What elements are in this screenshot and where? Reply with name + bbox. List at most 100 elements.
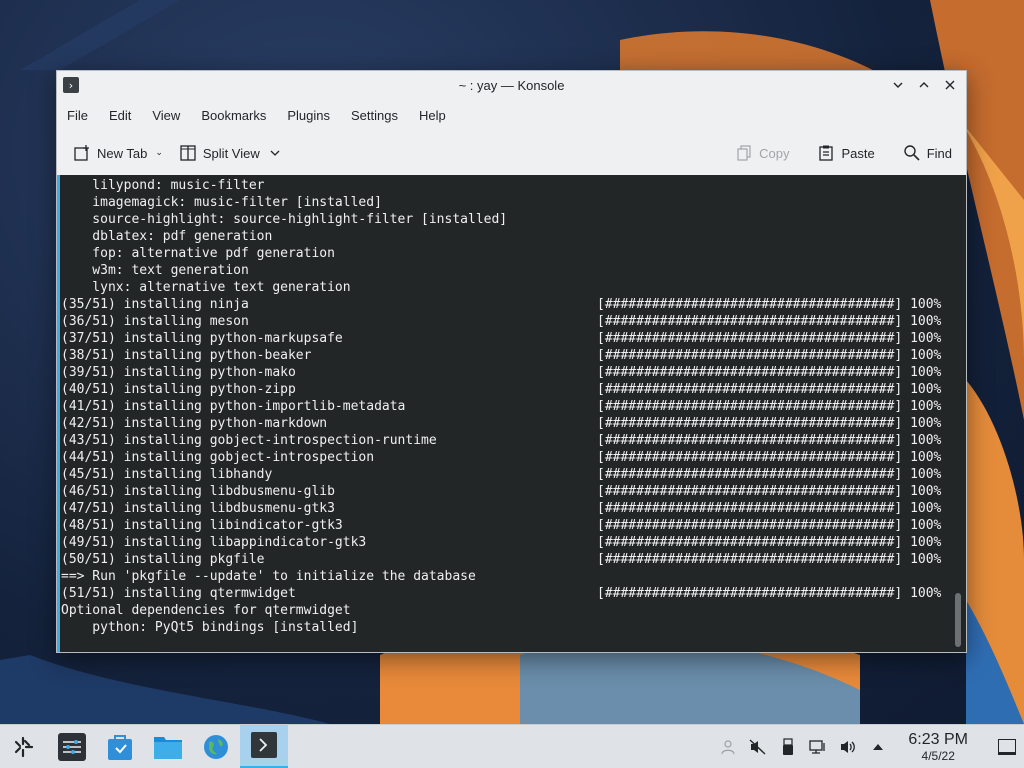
menu-bookmarks[interactable]: Bookmarks	[195, 104, 272, 127]
toolbar: New Tab ⌄ Split View Copy Paste Find	[57, 135, 966, 171]
progress-bar-text: [#####################################] …	[597, 518, 942, 533]
terminal-line-text: lilypond: music-filter	[61, 178, 265, 193]
terminal-line-text: (44/51) installing gobject-introspection	[61, 450, 375, 465]
menu-view[interactable]: View	[146, 104, 186, 127]
user-icon[interactable]	[718, 737, 738, 757]
terminal-line: (45/51) installing libhandy [############…	[61, 466, 948, 483]
terminal-line-text: source-highlight: source-highlight-filte…	[61, 212, 508, 227]
clock-time: 6:23 PM	[908, 730, 968, 748]
terminal-line-text: (48/51) installing libindicator-gtk3	[61, 518, 343, 533]
digital-clock[interactable]: 6:23 PM 4/5/22	[908, 731, 968, 763]
new-tab-label: New Tab	[97, 145, 148, 161]
terminal-line-text: (46/51) installing libdbusmenu-glib	[61, 484, 335, 499]
terminal-line: imagemagick: music-filter [installed]	[61, 194, 948, 211]
paste-label: Paste	[841, 145, 875, 161]
progress-bar-text: [#####################################] …	[597, 348, 942, 363]
menu-help[interactable]: Help	[413, 104, 452, 127]
terminal-line-text: (40/51) installing python-zipp	[61, 382, 296, 397]
tray-expand-icon[interactable]	[868, 737, 888, 757]
progress-bar-text: [#####################################] …	[597, 535, 942, 550]
progress-bar-text: [#####################################] …	[597, 297, 942, 312]
show-desktop-icon[interactable]	[998, 738, 1016, 755]
terminal-line-text: ==> Run 'pkgfile --update' to initialize…	[61, 569, 476, 584]
close-icon[interactable]	[940, 75, 960, 95]
terminal-line-text: (41/51) installing python-importlib-meta…	[61, 399, 406, 414]
terminal-line: fop: alternative pdf generation	[61, 245, 948, 262]
terminal-line: python: PyQt5 bindings [installed]	[61, 619, 948, 636]
maximize-icon[interactable]	[914, 75, 934, 95]
clock-date: 4/5/22	[921, 748, 955, 763]
network-wired-icon[interactable]	[808, 737, 828, 757]
terminal-line-text: (43/51) installing gobject-introspection…	[61, 433, 437, 448]
terminal-line-text: (42/51) installing python-markdown	[61, 416, 328, 431]
terminal-line: (48/51) installing libindicator-gtk3 [###…	[61, 517, 948, 534]
terminal-line: (44/51) installing gobject-introspection…	[61, 449, 948, 466]
terminal-line: (40/51) installing python-zipp [#########…	[61, 381, 948, 398]
konsole-window: › ~ : yay — Konsole File Edit View Bookm…	[56, 70, 967, 653]
discover-store-icon[interactable]	[96, 725, 144, 768]
new-tab-icon	[73, 144, 91, 162]
terminal-line-text: (39/51) installing python-mako	[61, 365, 296, 380]
terminal-line-text: (49/51) installing libappindicator-gtk3	[61, 535, 367, 550]
terminal-output: lilypond: music-filter imagemagick: musi…	[61, 177, 948, 636]
progress-bar-text: [#####################################] …	[597, 484, 942, 499]
menu-plugins[interactable]: Plugins	[281, 104, 336, 127]
progress-bar-text: [#####################################] …	[597, 314, 942, 329]
window-controls	[888, 75, 960, 95]
paste-icon	[817, 144, 835, 162]
progress-bar-text: [#####################################] …	[597, 416, 942, 431]
terminal-line-text: (37/51) installing python-markupsafe	[61, 331, 343, 346]
progress-bar-text: [#####################################] …	[597, 331, 942, 346]
terminal-line: (50/51) installing pkgfile [#############…	[61, 551, 948, 568]
taskbar: 6:23 PM 4/5/22	[0, 724, 1024, 768]
chevron-down-icon: ⌄	[155, 148, 163, 158]
menu-settings[interactable]: Settings	[345, 104, 404, 127]
usb-device-icon[interactable]	[778, 737, 798, 757]
system-settings-icon[interactable]	[48, 725, 96, 768]
audio-muted-icon[interactable]	[748, 737, 768, 757]
terminal-line: w3m: text generation	[61, 262, 948, 279]
terminal-view[interactable]: lilypond: music-filter imagemagick: musi…	[57, 175, 966, 652]
minimize-icon[interactable]	[888, 75, 908, 95]
terminal-line: lilypond: music-filter	[61, 177, 948, 194]
volume-icon[interactable]	[838, 737, 858, 757]
terminal-line: (46/51) installing libdbusmenu-glib [####…	[61, 483, 948, 500]
terminal-line: Optional dependencies for qtermwidget	[61, 602, 948, 619]
application-launcher-icon[interactable]	[0, 725, 48, 768]
copy-icon	[735, 144, 753, 162]
terminal-line-text: python: PyQt5 bindings [installed]	[61, 620, 359, 635]
split-view-button[interactable]: Split View	[173, 140, 290, 166]
menu-edit[interactable]: Edit	[103, 104, 137, 127]
menu-file[interactable]: File	[61, 104, 94, 127]
terminal-line-text: (45/51) installing libhandy	[61, 467, 273, 482]
terminal-line: (42/51) installing python-markdown [#####…	[61, 415, 948, 432]
progress-bar-text: [#####################################] …	[597, 433, 942, 448]
terminal-line-text: (38/51) installing python-beaker	[61, 348, 312, 363]
find-button[interactable]: Find	[897, 140, 958, 166]
konsole-task-icon[interactable]	[240, 724, 288, 768]
terminal-line: (47/51) installing libdbusmenu-gtk3 [####…	[61, 500, 948, 517]
progress-bar-text: [#####################################] …	[597, 450, 942, 465]
terminal-line: (36/51) installing meson [###############…	[61, 313, 948, 330]
file-manager-icon[interactable]	[144, 725, 192, 768]
terminal-line: ==> Run 'pkgfile --update' to initialize…	[61, 568, 948, 585]
paste-button[interactable]: Paste	[811, 140, 880, 166]
menu-bar: File Edit View Bookmarks Plugins Setting…	[57, 101, 966, 129]
web-browser-icon[interactable]	[192, 725, 240, 768]
terminal-line: (35/51) installing ninja [###############…	[61, 296, 948, 313]
copy-button[interactable]: Copy	[729, 140, 795, 166]
title-bar[interactable]: › ~ : yay — Konsole	[57, 71, 966, 99]
terminal-line: (49/51) installing libappindicator-gtk3 […	[61, 534, 948, 551]
progress-bar-text: [#####################################] …	[597, 552, 942, 567]
konsole-app-icon[interactable]: ›	[63, 77, 79, 93]
progress-bar-text: [#####################################] …	[597, 365, 942, 380]
terminal-line: (51/51) installing qtermwidget [#########…	[61, 585, 948, 602]
chevron-down-icon[interactable]	[266, 144, 284, 162]
terminal-line-text: w3m: text generation	[61, 263, 249, 278]
new-tab-button[interactable]: New Tab ⌄	[67, 140, 169, 166]
find-label: Find	[926, 145, 952, 161]
search-icon	[903, 144, 921, 162]
copy-label: Copy	[759, 145, 790, 161]
progress-bar-text: [#####################################] …	[597, 501, 942, 516]
terminal-scrollbar[interactable]	[955, 593, 961, 647]
